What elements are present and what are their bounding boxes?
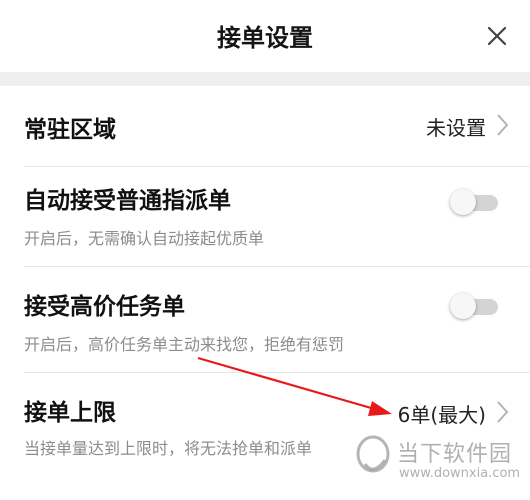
resident-area-row[interactable]: 常驻区域 未设置 <box>0 86 530 166</box>
high-price-label: 接受高价任务单 <box>24 294 185 320</box>
close-icon <box>487 26 507 46</box>
auto-accept-description: 开启后，无需确认自动接起优质单 <box>24 229 265 248</box>
toggle-knob <box>450 293 476 319</box>
page-title: 接单设置 <box>217 24 313 52</box>
order-limit-value: 6单(最大) <box>397 403 486 427</box>
chevron-right-icon <box>497 114 509 136</box>
resident-area-value: 未设置 <box>426 116 486 140</box>
order-limit-row[interactable]: 接单上限 当接单量达到上限时，将无法抢单和派单 6单(最大) <box>0 373 530 473</box>
auto-accept-row: 自动接受普通指派单 开启后，无需确认自动接起优质单 <box>0 167 530 265</box>
high-price-description: 开启后，高价任务单主动来找您，拒绝有惩罚 <box>24 335 345 354</box>
chevron-right-icon <box>497 401 509 423</box>
order-limit-label: 接单上限 <box>24 400 116 426</box>
order-limit-description: 当接单量达到上限时，将无法抢单和派单 <box>24 439 313 458</box>
high-price-toggle[interactable] <box>450 293 498 319</box>
header-bar: 接单设置 <box>0 0 530 72</box>
auto-accept-toggle[interactable] <box>450 189 498 215</box>
close-button[interactable] <box>478 19 516 53</box>
section-separator <box>0 72 530 86</box>
resident-area-label: 常驻区域 <box>24 117 116 143</box>
high-price-row: 接受高价任务单 开启后，高价任务单主动来找您，拒绝有惩罚 <box>0 267 530 371</box>
auto-accept-label: 自动接受普通指派单 <box>24 188 231 214</box>
toggle-knob <box>450 189 476 215</box>
